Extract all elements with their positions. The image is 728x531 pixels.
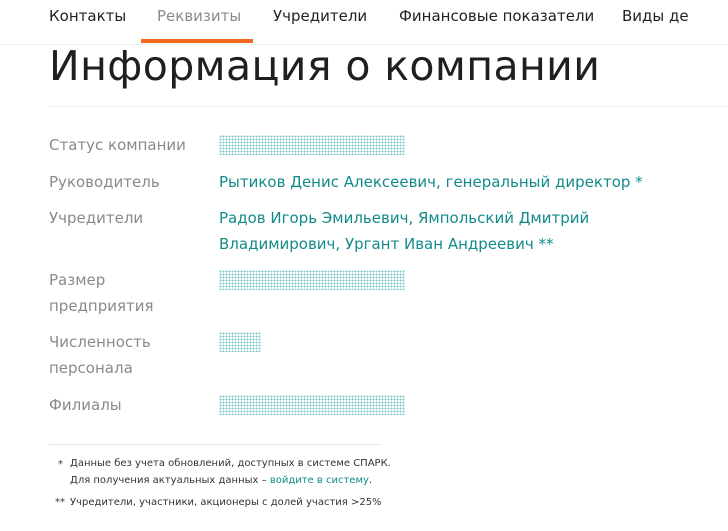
footnote1-line2: Для получения актуальных данных – войдит… bbox=[70, 473, 372, 489]
footnote-divider bbox=[49, 444, 381, 445]
head-footnote-mark: * bbox=[635, 173, 643, 191]
footnote1-prefix: Для получения актуальных данных – bbox=[70, 475, 267, 486]
staff-hidden-value[interactable] bbox=[219, 332, 261, 352]
head-value[interactable]: Рытиков Денис Алексеевич, генеральный ди… bbox=[219, 169, 643, 195]
founders-footnote-mark: ** bbox=[538, 235, 554, 253]
founders-value-line1[interactable]: Радов Игорь Эмильевич, Ямпольский Дмитри… bbox=[219, 205, 589, 231]
status-label: Статус компании bbox=[49, 136, 186, 154]
size-hidden-value[interactable] bbox=[219, 270, 405, 290]
title-divider bbox=[49, 106, 728, 107]
head-name[interactable]: Рытиков Денис Алексеевич, генеральный ди… bbox=[219, 173, 630, 191]
status-hidden-value[interactable] bbox=[219, 135, 405, 155]
founders-names-cont[interactable]: Владимирович, Ургант Иван Андреевич bbox=[219, 235, 534, 253]
login-link[interactable]: войдите в систему bbox=[270, 475, 369, 486]
founders-label: Учредители bbox=[49, 209, 144, 227]
footnote2-text: Учредители, участники, акционеры с долей… bbox=[70, 497, 382, 508]
footnote1-mark: * bbox=[58, 459, 63, 470]
branches-hidden-value[interactable] bbox=[219, 395, 405, 415]
footnote1-suffix: . bbox=[368, 475, 373, 486]
size-label-line2: предприятия bbox=[49, 297, 154, 315]
founders-value-line2[interactable]: Владимирович, Ургант Иван Андреевич ** bbox=[219, 231, 553, 257]
footnote2-mark: ** bbox=[55, 497, 65, 508]
page-title: Информация о компании bbox=[49, 42, 601, 90]
tab-requisites[interactable]: Реквизиты bbox=[157, 7, 241, 25]
branches-label: Филиалы bbox=[49, 396, 122, 414]
tab-financials[interactable]: Финансовые показатели bbox=[399, 7, 594, 25]
footnote1-text: Данные без учета обновлений, доступных в… bbox=[70, 458, 391, 469]
tab-activities[interactable]: Виды де bbox=[622, 7, 689, 25]
head-label: Руководитель bbox=[49, 173, 160, 191]
tab-contacts[interactable]: Контакты bbox=[49, 7, 126, 25]
staff-label-line1: Численность bbox=[49, 333, 151, 351]
size-label-line1: Размер bbox=[49, 271, 106, 289]
staff-label-line2: персонала bbox=[49, 359, 133, 377]
tab-founders[interactable]: Учредители bbox=[273, 7, 367, 25]
tab-bar: Контакты Реквизиты Учредители Финансовые… bbox=[0, 0, 728, 45]
